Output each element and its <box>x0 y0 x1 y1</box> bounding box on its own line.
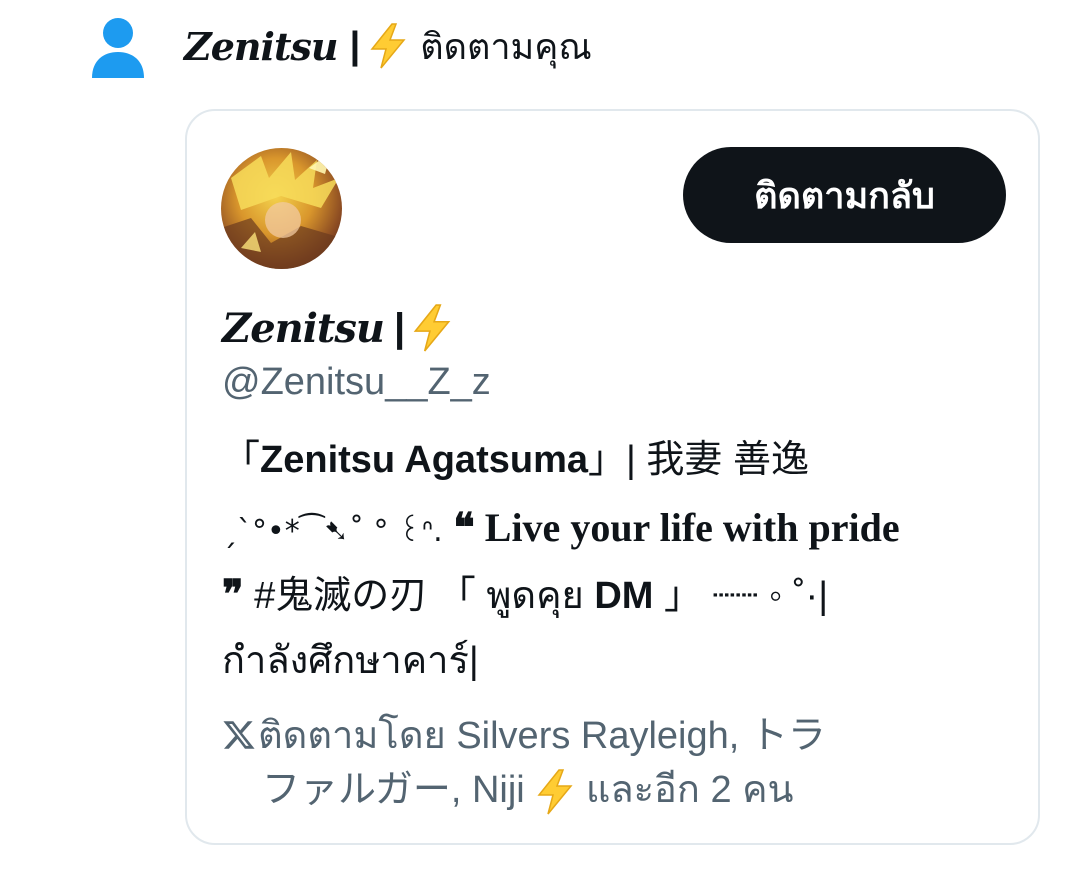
bio-real-name: Zenitsu Agatsuma <box>260 439 588 481</box>
avatar[interactable] <box>221 148 342 269</box>
bio-quote-open: ❝ <box>453 505 475 550</box>
profile-display-name[interactable]: Zenitsu | <box>222 299 453 357</box>
user-icon <box>92 18 144 78</box>
follower-profile-card[interactable]: ติดตามกลับ Zenitsu | @Zenitsu__Z_z 「Zeni… <box>185 109 1040 845</box>
notification-user-name[interactable]: Zenitsu <box>184 24 339 69</box>
followed-by-line-2: ファルガー, Niji และอีก 2 คน <box>222 763 982 817</box>
follow-back-button[interactable]: ติดตามกลับ <box>683 147 1006 243</box>
followed-by-text[interactable]: ติดตามโดย Silvers Rayleigh, トラ ファルガー, Ni… <box>222 709 982 817</box>
bio-line-1: 「Zenitsu Agatsuma」| 我妻 善逸 <box>222 427 1012 494</box>
bio-quote-close: ❞ <box>222 572 244 617</box>
profile-handle: @Zenitsu__Z_z <box>222 361 491 403</box>
profile-name-separator: | <box>394 305 406 350</box>
notification-name-separator: | <box>349 24 361 67</box>
bio-motto: Live your life with pride <box>474 505 900 550</box>
followed-by-line-1: ติดตามโดย Silvers Rayleigh, トラ <box>222 709 982 763</box>
bio-hashtag[interactable]: #鬼滅の刃 「 พูดคุย <box>244 575 595 617</box>
lightning-bolt-icon <box>370 23 406 69</box>
bio-line-3: ❞ #鬼滅の刃 「 พูดคุย DM 」 ┈┈ ◦ ˚·| <box>222 561 1012 628</box>
followed-by-text-1: ติดตามโดย Silvers Rayleigh, トラ <box>258 715 826 757</box>
bio-dm: DM <box>594 575 654 617</box>
followed-by-text-2: ファルガー, Niji <box>262 769 525 811</box>
lightning-bolt-icon <box>413 304 451 352</box>
bio-line3-end: 」 ┈┈ ◦ ˚·| <box>653 575 829 617</box>
bio-bracket-open: 「 <box>222 439 261 481</box>
bio-decoration: ˏˋ°•*⁀➷˚ ° ꒰ᐢ. <box>222 514 443 549</box>
profile-name-text: Zenitsu <box>222 304 385 352</box>
lightning-bolt-icon <box>537 769 573 815</box>
notification-text: Zenitsu | ติดตามคุณ <box>184 18 592 74</box>
bio-line-4: กำลังศึกษาคาร์| <box>222 640 479 682</box>
x-logo-icon <box>223 721 255 749</box>
followed-by-more: และอีก 2 คน <box>575 769 794 811</box>
bio-line-2: ˏˋ°•*⁀➷˚ ° ꒰ᐢ. ❝ Live your life with pri… <box>222 494 1012 561</box>
bio-bracket-close: 」| 我妻 善逸 <box>588 439 809 481</box>
notification-action: ติดตามคุณ <box>420 26 592 68</box>
profile-bio: 「Zenitsu Agatsuma」| 我妻 善逸 ˏˋ°•*⁀➷˚ ° ꒰ᐢ.… <box>222 427 1012 695</box>
